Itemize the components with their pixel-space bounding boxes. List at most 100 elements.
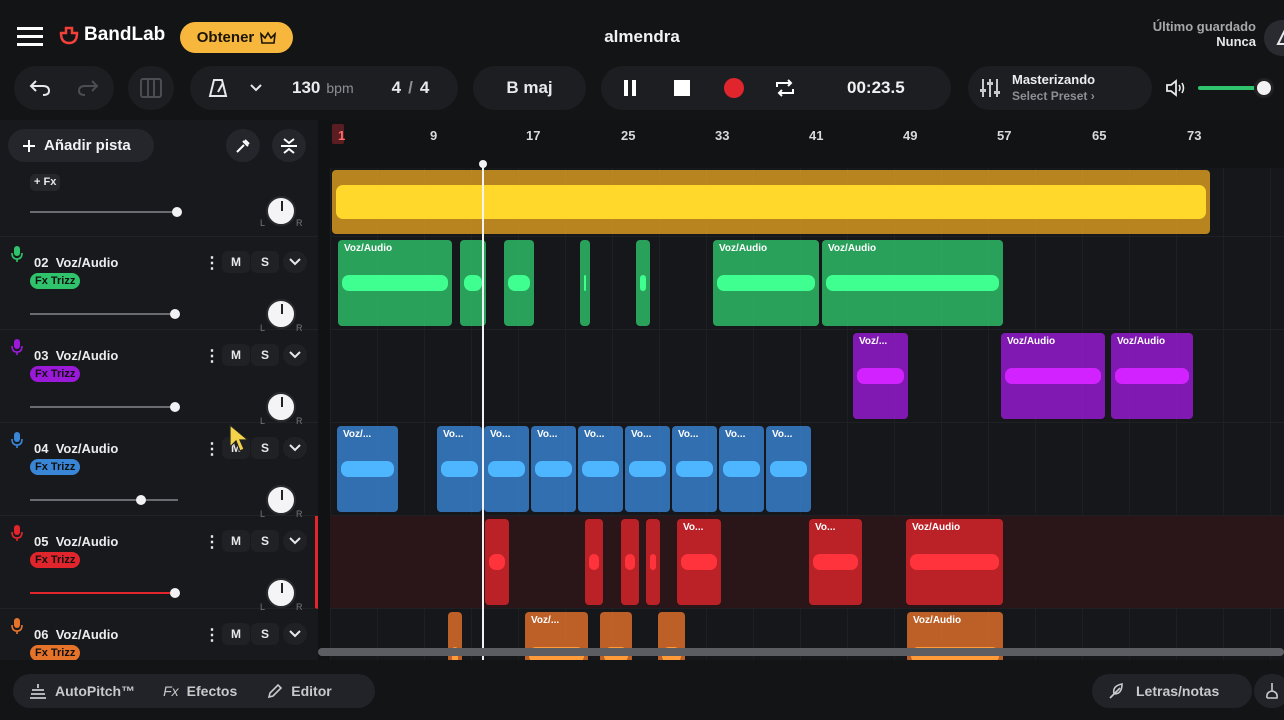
mastering-button[interactable]: Masterizando Select Preset › bbox=[968, 66, 1152, 110]
pan-knob[interactable] bbox=[266, 578, 296, 608]
audio-clip[interactable]: Vo... bbox=[531, 426, 576, 512]
playhead-handle[interactable] bbox=[479, 160, 487, 168]
bandlab-logo[interactable]: BandLab bbox=[58, 24, 165, 46]
audio-clip[interactable]: Voz/Audio bbox=[1001, 333, 1105, 419]
audio-clip[interactable]: Voz/... bbox=[337, 426, 398, 512]
track-02-header[interactable]: 02 Voz/Audio Fx Trizz ⋮ M S L R bbox=[0, 237, 318, 333]
menu-icon[interactable] bbox=[16, 22, 44, 50]
pan-knob[interactable] bbox=[266, 485, 296, 515]
track-name[interactable]: 06 Voz/Audio bbox=[34, 627, 118, 642]
audio-clip[interactable] bbox=[504, 240, 534, 326]
volume-slider[interactable] bbox=[30, 207, 182, 217]
track-lane[interactable] bbox=[330, 516, 1284, 609]
chevron-down-icon[interactable] bbox=[283, 251, 307, 273]
audio-clip[interactable] bbox=[485, 519, 509, 605]
audio-clip[interactable]: Voz/Audio bbox=[822, 240, 1003, 326]
audio-clip[interactable] bbox=[646, 519, 660, 605]
audio-clip[interactable] bbox=[585, 519, 603, 605]
audio-clip[interactable]: Vo... bbox=[625, 426, 670, 512]
audio-clip[interactable]: Vo... bbox=[437, 426, 482, 512]
master-volume-knob[interactable] bbox=[1254, 78, 1274, 98]
key-selector[interactable]: B maj bbox=[473, 66, 586, 110]
solo-button[interactable]: S bbox=[251, 437, 279, 459]
audio-clip[interactable]: Voz/Audio bbox=[906, 519, 1003, 605]
track-05-header[interactable]: 05 Voz/Audio Fx Trizz ⋮ M S L R bbox=[0, 516, 318, 612]
fx-badge[interactable]: Fx Trizz bbox=[30, 645, 81, 660]
loop-button[interactable] bbox=[763, 78, 807, 98]
volume-knob[interactable] bbox=[170, 402, 181, 412]
audio-clip[interactable] bbox=[332, 170, 1210, 234]
audio-clip[interactable]: Vo... bbox=[484, 426, 529, 512]
track-name[interactable]: 04 Voz/Audio bbox=[34, 441, 118, 456]
audio-clip[interactable] bbox=[636, 240, 650, 326]
audio-clip[interactable]: Vo... bbox=[766, 426, 811, 512]
more-options-icon[interactable]: ⋮ bbox=[204, 532, 220, 552]
audio-clip[interactable]: Voz/Audio bbox=[338, 240, 452, 326]
add-fx-button[interactable]: + Fx bbox=[30, 174, 61, 191]
playhead[interactable] bbox=[482, 162, 484, 660]
audio-clip[interactable] bbox=[580, 240, 590, 326]
record-button[interactable] bbox=[705, 77, 763, 99]
lyrics-notes-button[interactable]: Letras/notas bbox=[1092, 674, 1252, 708]
piano-keyboard-button[interactable] bbox=[128, 66, 174, 110]
share-button[interactable] bbox=[1264, 20, 1284, 56]
speaker-icon[interactable] bbox=[1164, 78, 1188, 98]
track-name[interactable]: 03 Voz/Audio bbox=[34, 348, 118, 363]
more-options-icon[interactable]: ⋮ bbox=[204, 346, 220, 366]
volume-slider[interactable] bbox=[30, 495, 178, 505]
audio-clip[interactable]: Voz/... bbox=[853, 333, 908, 419]
track-06-header[interactable]: 06 Voz/AudioFx Trizz⋮MSLR bbox=[0, 609, 318, 660]
more-options-icon[interactable]: ⋮ bbox=[204, 439, 220, 459]
mute-button[interactable]: M bbox=[222, 623, 250, 645]
bpm-field[interactable]: 130 bpm bbox=[292, 78, 354, 98]
pause-button[interactable] bbox=[601, 79, 659, 97]
effects-button[interactable]: Fx Efectos bbox=[163, 683, 237, 699]
chevron-down-icon[interactable] bbox=[283, 530, 307, 552]
stop-button[interactable] bbox=[659, 79, 705, 97]
audio-clip[interactable] bbox=[621, 519, 639, 605]
more-options-icon[interactable]: ⋮ bbox=[204, 253, 220, 273]
undo-icon[interactable] bbox=[16, 79, 64, 97]
volume-slider[interactable] bbox=[30, 588, 181, 598]
solo-button[interactable]: S bbox=[251, 623, 279, 645]
fx-badge[interactable]: Fx Trizz bbox=[30, 459, 81, 475]
fx-badge[interactable]: Fx Trizz bbox=[30, 552, 81, 568]
track-name[interactable]: 02 Voz/Audio bbox=[34, 255, 118, 270]
metronome-icon[interactable] bbox=[190, 78, 246, 98]
collapse-tracks-button[interactable] bbox=[272, 129, 306, 162]
fx-badge[interactable]: Fx Trizz bbox=[30, 366, 81, 382]
editor-button[interactable]: Editor bbox=[267, 683, 332, 699]
volume-knob[interactable] bbox=[172, 207, 182, 217]
timeline-ruler[interactable] bbox=[330, 120, 1284, 168]
volume-slider[interactable] bbox=[30, 309, 181, 319]
tuning-fork-button[interactable] bbox=[226, 129, 260, 162]
time-signature[interactable]: 4 / 4 bbox=[392, 78, 430, 98]
audio-clip[interactable]: Vo... bbox=[677, 519, 721, 605]
volume-knob[interactable] bbox=[170, 588, 181, 598]
solo-button[interactable]: S bbox=[251, 530, 279, 552]
track-04-header[interactable]: 04 Voz/Audio Fx Trizz ⋮ M S L R bbox=[0, 423, 318, 519]
more-options-icon[interactable]: ⋮ bbox=[204, 625, 220, 645]
chevron-down-icon[interactable] bbox=[283, 344, 307, 366]
track-01-header[interactable]: + Fx L R bbox=[0, 168, 318, 237]
add-track-button[interactable]: Añadir pista bbox=[8, 129, 154, 162]
mute-button[interactable]: M bbox=[222, 344, 250, 366]
solo-button[interactable]: S bbox=[251, 344, 279, 366]
timeline-area[interactable]: Voz/Audio Voz/Audio Voz/Audio Voz/... Voz/Au… bbox=[330, 168, 1284, 660]
autopitch-button[interactable]: AutoPitch™ bbox=[29, 683, 135, 699]
mute-button[interactable]: M bbox=[222, 251, 250, 273]
audio-clip[interactable]: Vo... bbox=[719, 426, 764, 512]
pan-knob[interactable] bbox=[266, 299, 296, 329]
audio-clip[interactable]: Voz/Audio bbox=[713, 240, 819, 326]
track-name[interactable]: 05 Voz/Audio bbox=[34, 534, 118, 549]
track-03-header[interactable]: 03 Voz/Audio Fx Trizz ⋮ M S L R bbox=[0, 330, 318, 426]
solo-button[interactable]: S bbox=[251, 251, 279, 273]
pan-knob[interactable] bbox=[266, 392, 296, 422]
fx-badge[interactable]: Fx Trizz bbox=[30, 273, 81, 289]
redo-icon[interactable] bbox=[64, 79, 112, 97]
volume-slider[interactable] bbox=[30, 402, 181, 412]
tuner-button[interactable] bbox=[1254, 674, 1284, 708]
chevron-down-icon[interactable] bbox=[283, 437, 307, 459]
audio-clip[interactable]: Vo... bbox=[672, 426, 717, 512]
chevron-down-icon[interactable] bbox=[283, 623, 307, 645]
